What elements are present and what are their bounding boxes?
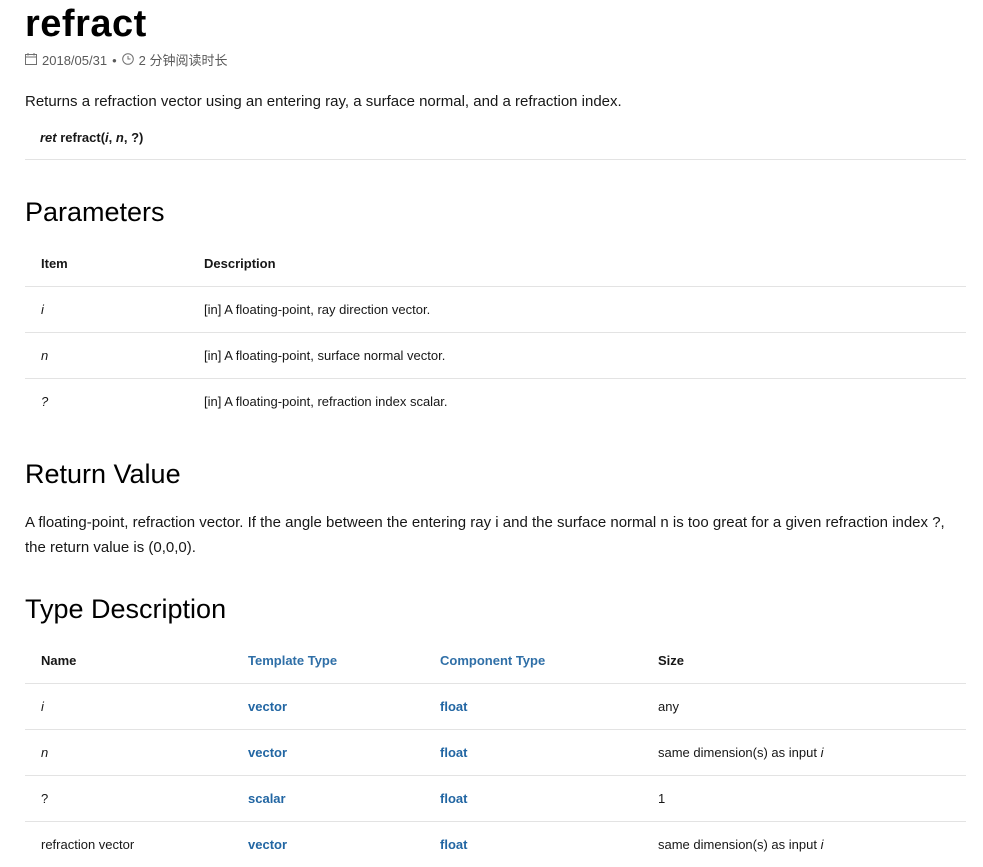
table-row: refraction vector vector float same dime… [25,822,966,867]
param-description: [in] A floating-point, ray direction vec… [188,287,966,333]
template-type-link[interactable]: vector [232,822,424,867]
param-item: ? [25,379,188,425]
type-size: same dimension(s) as input i [642,730,966,776]
publish-date: 2018/05/31 [42,52,107,70]
template-type-link[interactable]: vector [232,730,424,776]
type-description-table: Name Template Type Component Type Size i… [25,637,966,867]
col-header-template-type[interactable]: Template Type [232,637,424,684]
type-size-text: 1 [658,791,665,806]
table-row: i [in] A floating-point, ray direction v… [25,287,966,333]
read-time: 2 分钟阅读时长 [139,52,228,70]
col-header-description: Description [188,240,966,287]
type-size-text: same dimension(s) as input [658,837,821,852]
component-type-link[interactable]: float [424,684,642,730]
param-name: n [41,348,48,363]
syntax-arg-n: n [116,130,124,145]
return-value-heading: Return Value [25,458,181,490]
calendar-icon [25,52,37,70]
col-header-item: Item [25,240,188,287]
type-description-heading: Type Description [25,593,226,625]
col-header-size: Size [642,637,966,684]
divider [25,159,966,160]
param-name: i [41,302,44,317]
table-row: ? scalar float 1 [25,776,966,822]
return-value-text: A floating-point, refraction vector. If … [25,510,966,560]
table-row: i vector float any [25,684,966,730]
type-name-text: i [41,699,44,714]
page-title: refract [25,2,147,46]
param-description: [in] A floating-point, surface normal ve… [188,333,966,379]
component-type-link[interactable]: float [424,776,642,822]
component-type-link[interactable]: float [424,730,642,776]
param-name: ? [41,394,48,409]
intro-text: Returns a refraction vector using an ent… [25,92,622,112]
type-name: ? [25,776,232,822]
col-header-name: Name [25,637,232,684]
param-item: n [25,333,188,379]
table-row: n [in] A floating-point, surface normal … [25,333,966,379]
meta-separator: • [112,52,117,70]
syntax-sep: , [109,130,116,145]
type-size-ref: i [821,745,824,760]
type-name: i [25,684,232,730]
type-size-text: any [658,699,679,714]
parameters-table: Item Description i [in] A floating-point… [25,240,966,424]
param-description: [in] A floating-point, refraction index … [188,379,966,425]
syntax-tail: , ?) [124,130,144,145]
template-type-link[interactable]: scalar [232,776,424,822]
template-type-link[interactable]: vector [232,684,424,730]
component-type-link[interactable]: float [424,822,642,867]
syntax-signature: ret refract(i, n, ?) [40,129,143,146]
syntax-ret: ret [40,130,57,145]
type-size-ref: i [821,837,824,852]
type-size: same dimension(s) as input i [642,822,966,867]
clock-icon [122,52,134,70]
table-header-row: Item Description [25,240,966,287]
type-name: refraction vector [25,822,232,867]
table-row: n vector float same dimension(s) as inpu… [25,730,966,776]
article-meta: 2018/05/31 • 2 分钟阅读时长 [25,52,227,70]
type-name: n [25,730,232,776]
table-row: ? [in] A floating-point, refraction inde… [25,379,966,425]
parameters-heading: Parameters [25,196,165,228]
syntax-fn: refract( [57,130,105,145]
param-item: i [25,287,188,333]
table-header-row: Name Template Type Component Type Size [25,637,966,684]
type-size-text: same dimension(s) as input [658,745,821,760]
type-size: any [642,684,966,730]
type-name-text: n [41,745,48,760]
col-header-component-type[interactable]: Component Type [424,637,642,684]
type-size: 1 [642,776,966,822]
